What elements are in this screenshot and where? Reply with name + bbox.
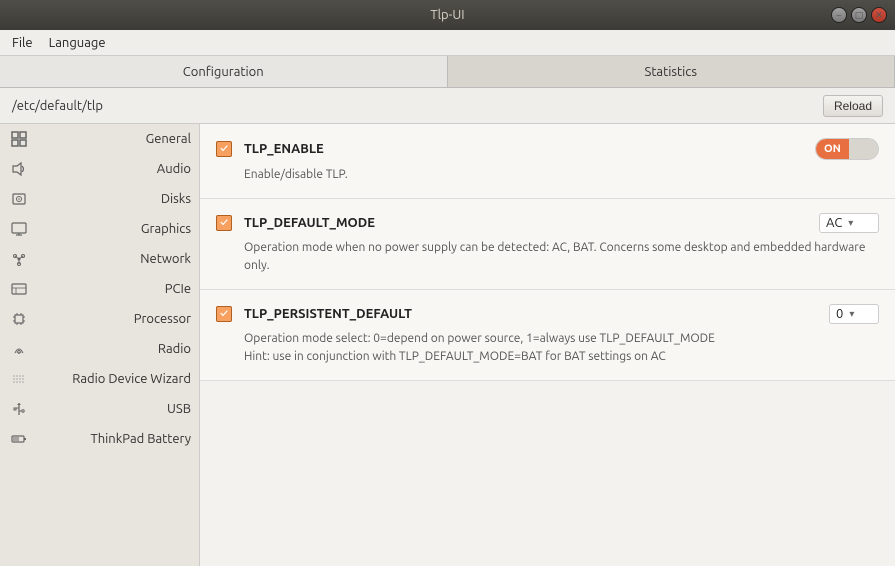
chevron-down-icon-2: ▾ (849, 308, 854, 320)
sidebar-label-radio-device-wizard: Radio Device Wizard (36, 372, 191, 386)
setting-header-tlp-default-mode: TLP_DEFAULT_MODE AC ▾ (216, 213, 879, 233)
content-area: TLP_ENABLE ON Enable/disable TLP. TLP_DE… (200, 124, 895, 566)
setting-desc-tlp-enable: Enable/disable TLP. (244, 166, 879, 184)
disk-icon (10, 190, 28, 208)
maximize-button[interactable]: □ (851, 7, 867, 23)
sidebar-label-radio: Radio (36, 342, 191, 356)
setting-header-tlp-persistent-default: TLP_PERSISTENT_DEFAULT 0 ▾ (216, 304, 879, 324)
sidebar-item-general[interactable]: General (0, 124, 199, 154)
graphics-icon (10, 220, 28, 238)
sidebar-label-processor: Processor (36, 312, 191, 326)
setting-name-tlp-enable: TLP_ENABLE (244, 142, 803, 156)
setting-tlp-enable: TLP_ENABLE ON Enable/disable TLP. (200, 124, 895, 199)
toggle-on-label: ON (816, 139, 849, 159)
sidebar-item-usb[interactable]: USB (0, 394, 199, 424)
sidebar: General Audio Disks Graphics Network (0, 124, 200, 566)
pathbar: /etc/default/tlp Reload (0, 88, 895, 124)
sidebar-item-disks[interactable]: Disks (0, 184, 199, 214)
audio-icon (10, 160, 28, 178)
setting-name-tlp-persistent-default: TLP_PERSISTENT_DEFAULT (244, 307, 817, 321)
menubar: File Language (0, 30, 895, 56)
sidebar-item-processor[interactable]: Processor (0, 304, 199, 334)
sidebar-label-usb: USB (36, 402, 191, 416)
sidebar-label-pcie: PCIe (36, 282, 191, 296)
sidebar-label-network: Network (36, 252, 191, 266)
sidebar-label-graphics: Graphics (36, 222, 191, 236)
setting-tlp-default-mode: TLP_DEFAULT_MODE AC ▾ Operation mode whe… (200, 199, 895, 290)
radio-device-wizard-icon (10, 370, 28, 388)
main-area: General Audio Disks Graphics Network (0, 124, 895, 566)
sidebar-item-audio[interactable]: Audio (0, 154, 199, 184)
config-path: /etc/default/tlp (12, 99, 103, 113)
sidebar-label-thinkpad-battery: ThinkPad Battery (36, 432, 191, 446)
tab-configuration[interactable]: Configuration (0, 56, 448, 87)
dropdown-tlp-persistent-default[interactable]: 0 ▾ (829, 304, 879, 324)
window-title: Tlp-UI (430, 8, 464, 22)
checkbox-tlp-default-mode[interactable] (216, 215, 232, 231)
close-button[interactable]: ✕ (871, 7, 887, 23)
dropdown-tlp-default-mode[interactable]: AC ▾ (819, 213, 879, 233)
dropdown-value-tlp-default-mode: AC (826, 216, 842, 230)
menu-language[interactable]: Language (41, 34, 114, 52)
setting-tlp-persistent-default: TLP_PERSISTENT_DEFAULT 0 ▾ Operation mod… (200, 290, 895, 381)
tab-bar: Configuration Statistics (0, 56, 895, 88)
sidebar-item-radio[interactable]: Radio (0, 334, 199, 364)
checkbox-tlp-enable[interactable] (216, 141, 232, 157)
sidebar-item-pcie[interactable]: PCIe (0, 274, 199, 304)
setting-name-tlp-default-mode: TLP_DEFAULT_MODE (244, 216, 807, 230)
sidebar-label-general: General (36, 132, 191, 146)
menu-file[interactable]: File (4, 34, 41, 52)
tab-statistics[interactable]: Statistics (448, 56, 895, 87)
pcie-icon (10, 280, 28, 298)
setting-desc-tlp-persistent-default: Operation mode select: 0=depend on power… (244, 330, 879, 366)
sidebar-item-thinkpad-battery[interactable]: ThinkPad Battery (0, 424, 199, 454)
chevron-down-icon: ▾ (848, 217, 853, 229)
sidebar-item-radio-device-wizard[interactable]: Radio Device Wizard (0, 364, 199, 394)
minimize-button[interactable]: – (831, 7, 847, 23)
usb-icon (10, 400, 28, 418)
dropdown-value-tlp-persistent-default: 0 (836, 307, 843, 321)
sidebar-label-audio: Audio (36, 162, 191, 176)
radio-icon (10, 340, 28, 358)
sidebar-item-network[interactable]: Network (0, 244, 199, 274)
toggle-knob (849, 139, 878, 159)
checkbox-tlp-persistent-default[interactable] (216, 306, 232, 322)
setting-header-tlp-enable: TLP_ENABLE ON (216, 138, 879, 160)
sidebar-item-graphics[interactable]: Graphics (0, 214, 199, 244)
battery-icon (10, 430, 28, 448)
network-icon (10, 250, 28, 268)
sidebar-label-disks: Disks (36, 192, 191, 206)
titlebar: Tlp-UI – □ ✕ (0, 0, 895, 30)
grid-icon (10, 130, 28, 148)
toggle-tlp-enable[interactable]: ON (815, 138, 879, 160)
processor-icon (10, 310, 28, 328)
reload-button[interactable]: Reload (823, 95, 883, 117)
setting-desc-tlp-default-mode: Operation mode when no power supply can … (244, 239, 879, 275)
window-controls: – □ ✕ (831, 7, 887, 23)
